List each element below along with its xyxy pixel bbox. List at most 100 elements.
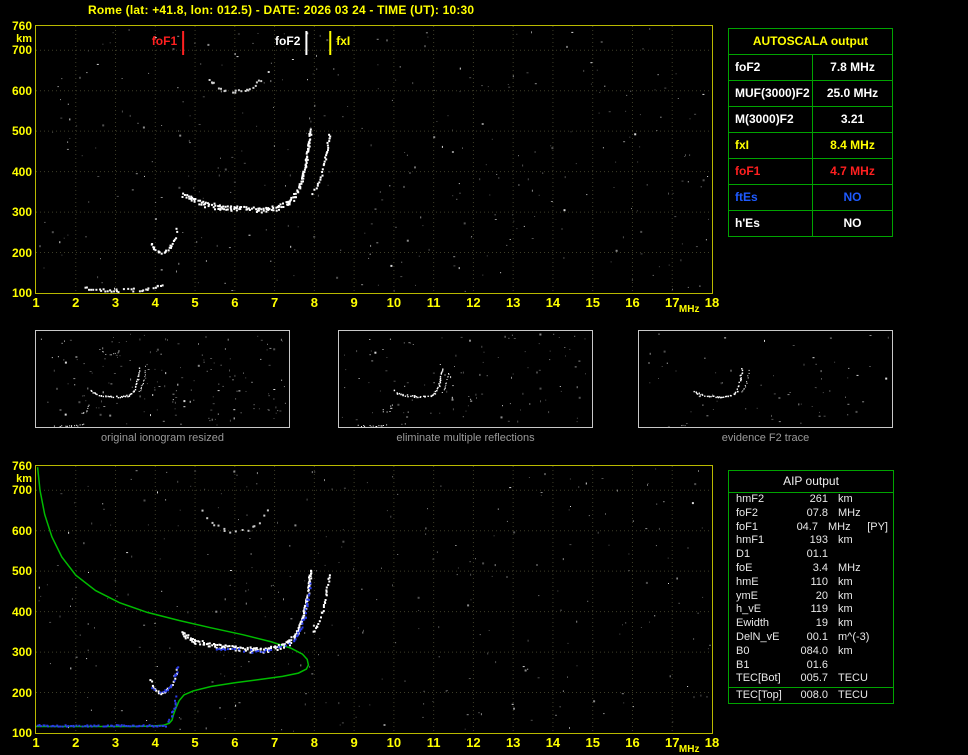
aip-row-value: 07.8 [806, 506, 828, 519]
x-axis-label: 11 [426, 735, 441, 750]
x-axis-label: 18 [704, 295, 720, 310]
aip-row-value: 04.7 [796, 520, 818, 533]
aip-row-extra [882, 507, 893, 521]
station-header: Rome (lat: +41.8, lon: 012.5) - DATE: 20… [88, 3, 475, 17]
aip-row-unit: km [838, 617, 853, 630]
autoscala-row-label: foF1 [729, 159, 813, 184]
aip-row-hme: hmE 110 km [729, 576, 893, 590]
autoscala-table-rows: foF2 7.8 MHz MUF(3000)F2 25.0 MHz M(3000)F2 3… [729, 55, 892, 236]
aip-row-extra [882, 631, 893, 645]
aip-row-label: h_vE [736, 603, 762, 616]
aip-row-label: foF1 [736, 520, 759, 533]
profile-ionogram-plot [35, 465, 713, 734]
x-axis-label: 6 [231, 735, 239, 750]
x-axis-label: 16 [625, 295, 640, 310]
aip-row-extra [882, 645, 893, 659]
x-axis-label: 14 [545, 295, 561, 310]
aip-row-label: foF2 [736, 506, 759, 519]
thumbnail-multiples-canvas [341, 333, 586, 427]
autoscala-row-hes: h'Es NO [729, 211, 892, 236]
aip-row-hmf2: hmF2 261 km [729, 493, 893, 507]
aip-row-value: 084.0 [800, 644, 828, 657]
aip-table-rows: hmF2 261 km foF2 07.8 MHz foF1 04.7 MHz [PY] hmF1 1… [729, 493, 893, 703]
y-axis-label: 300 [11, 205, 32, 220]
y-axis-label: 700 [11, 483, 32, 498]
x-axis-label: 5 [191, 295, 199, 310]
thumbnail-f2-canvas [648, 333, 889, 427]
aip-row-label: TEC[Top] [736, 689, 782, 702]
x-axis-label: 2 [72, 295, 80, 310]
aip-row-unit: km [838, 603, 853, 616]
aip-row-ewidth: Ewidth 19 km [729, 617, 893, 631]
autoscala-table-title: AUTOSCALA output [729, 29, 892, 55]
x-axis-label: 13 [505, 735, 521, 750]
autoscala-row-value: 8.4 MHz [830, 138, 875, 152]
autoscala-row-label: h'Es [729, 211, 813, 236]
x-axis-label: 3 [111, 295, 120, 310]
x-axis-label: 13 [505, 295, 521, 310]
y-axis-label: 600 [11, 83, 32, 98]
x-axis-label: 7 [270, 735, 279, 750]
aip-separator [729, 687, 893, 689]
y-axis-label: 700 [11, 43, 32, 58]
thumbnail-multiple-reflections [338, 330, 593, 428]
aip-row-value: 20 [815, 589, 828, 602]
autoscala-row-fof1: foF1 4.7 MHz [729, 159, 892, 185]
aip-row-delnve: DelN_vE 00.1 m^(-3) [729, 631, 893, 645]
x-axis-label: 9 [350, 295, 358, 310]
x-axis-label: 3 [111, 735, 120, 750]
aip-row-value: 110 [810, 575, 828, 588]
aip-row-hve: h_vE 119 km [729, 603, 893, 617]
caption-original-ionogram: original ionogram resized [101, 432, 224, 444]
aip-row-unit: km [838, 589, 853, 602]
x-axis-label: 12 [466, 295, 481, 310]
aip-row-unit: km [838, 644, 853, 657]
x-axis-label: 15 [585, 735, 600, 750]
aip-row-extra [882, 689, 893, 703]
aip-row-label: D1 [736, 548, 751, 561]
thumbnail-f2-trace [638, 330, 893, 428]
aip-row-value: 261 [809, 493, 828, 505]
marker-label-foF2: foF2 [275, 34, 301, 48]
y-axis-label: 760 [11, 459, 32, 473]
aip-row-value: 3.4 [812, 561, 828, 574]
autoscala-row-m3000f2: M(3000)F2 3.21 [729, 107, 892, 133]
x-axis-label: 1 [32, 735, 40, 750]
aip-row-extra [882, 617, 893, 631]
autoscala-row-value: NO [843, 190, 862, 204]
x-axis-label: 10 [386, 735, 402, 750]
autoscala-row-fxi: fxI 8.4 MHz [729, 133, 892, 159]
aip-row-value: 00.1 [806, 630, 828, 643]
aip-row-unit: km [838, 534, 853, 547]
aip-row-value: 008.0 [800, 689, 828, 702]
aip-row-extra [882, 534, 893, 548]
thumbnail-original-canvas [40, 333, 286, 427]
x-axis-label: 1 [32, 295, 40, 310]
aip-row-hmf1: hmF1 193 km [729, 534, 893, 548]
aip-row-label: hmE [736, 575, 759, 588]
aip-row-label: foE [736, 561, 753, 574]
main-ionogram-plot: foF1 foF2 fxI [35, 25, 713, 294]
aip-row-extra [882, 672, 893, 686]
aip-row-extra [882, 548, 893, 562]
x-axis-label: 8 [310, 735, 318, 750]
autoscala-screen: Rome (lat: +41.8, lon: 012.5) - DATE: 20… [0, 0, 968, 755]
autoscala-row-label: M(3000)F2 [729, 107, 813, 132]
y-axis-label: 200 [11, 685, 32, 700]
y-axis-label: 400 [11, 604, 32, 619]
aip-row-value: 19 [815, 617, 828, 630]
autoscala-row-value: 4.7 MHz [830, 164, 875, 178]
main-ionogram-canvas [36, 26, 712, 293]
autoscala-row-label: MUF(3000)F2 [729, 81, 813, 106]
aip-row-label: hmF1 [736, 534, 765, 547]
x-axis-unit-label: MHz [678, 744, 700, 755]
aip-row-value: 01.6 [806, 658, 828, 671]
profile-ionogram-canvas [36, 466, 712, 733]
x-axis-label: 11 [426, 295, 441, 310]
x-axis-label: 15 [585, 295, 600, 310]
aip-row-extra [882, 576, 893, 590]
aip-row-unit [828, 548, 882, 562]
x-axis-label: 4 [151, 735, 159, 750]
x-axis-label: 14 [545, 735, 561, 750]
aip-row-tecbot: TEC[Bot] 005.7 TECU [729, 672, 893, 686]
